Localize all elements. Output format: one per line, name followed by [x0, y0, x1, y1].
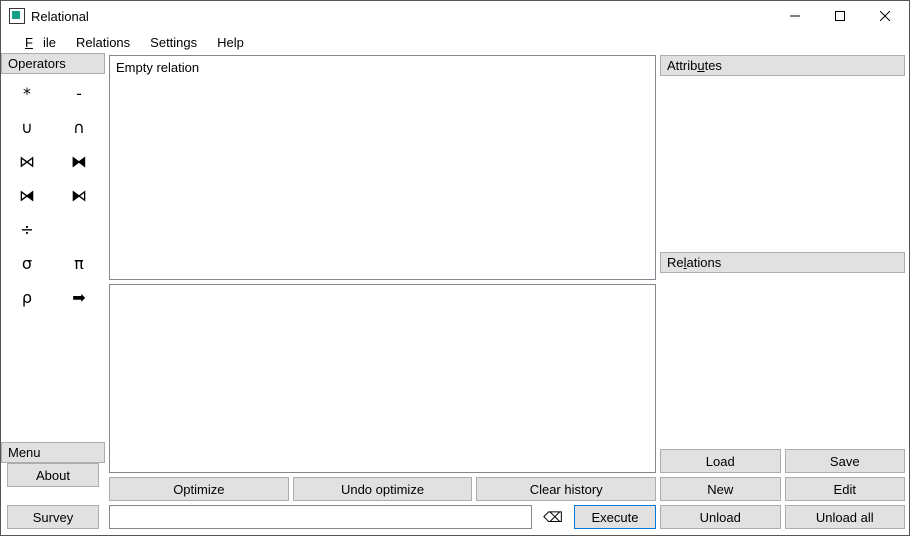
center-pane: Empty relation Optimize Undo optimize Cl…	[105, 53, 660, 535]
right-pane: Attributes Relations Load Save New Edit …	[660, 53, 909, 535]
op-intersection[interactable]: ∩	[53, 110, 105, 144]
minimize-button[interactable]	[772, 1, 817, 31]
op-left-outer-join[interactable]: ⧑	[53, 178, 105, 212]
attributes-list[interactable]	[660, 80, 905, 248]
window-title: Relational	[31, 9, 772, 24]
op-selection[interactable]: σ	[1, 246, 53, 280]
menu-file[interactable]: File	[5, 33, 66, 52]
operators-grid: * - ∪ ∩ ⋈ ⧓ ⧒ ⧑ ÷ σ π ρ ➡	[1, 74, 105, 442]
load-button[interactable]: Load	[660, 449, 781, 473]
operators-header: Operators	[1, 53, 105, 74]
result-text: Empty relation	[116, 60, 199, 75]
attributes-header: Attributes	[660, 55, 905, 76]
about-button[interactable]: About	[7, 463, 99, 487]
menu-header: Menu	[1, 442, 105, 463]
op-full-outer-join[interactable]: ⧓	[53, 144, 105, 178]
new-button[interactable]: New	[660, 477, 781, 501]
undo-optimize-button[interactable]: Undo optimize	[293, 477, 473, 501]
relations-header: Relations	[660, 252, 905, 273]
op-empty	[53, 212, 105, 246]
op-product[interactable]: *	[1, 76, 53, 110]
op-natural-join[interactable]: ⋈	[1, 144, 53, 178]
op-difference[interactable]: -	[53, 76, 105, 110]
op-division[interactable]: ÷	[1, 212, 53, 246]
menu-help[interactable]: Help	[207, 33, 254, 52]
op-right-outer-join[interactable]: ⧒	[1, 178, 53, 212]
edit-button[interactable]: Edit	[785, 477, 906, 501]
save-button[interactable]: Save	[785, 449, 906, 473]
op-union[interactable]: ∪	[1, 110, 53, 144]
survey-button[interactable]: Survey	[7, 505, 99, 529]
titlebar: Relational	[1, 1, 909, 31]
execute-button[interactable]: Execute	[574, 505, 656, 529]
close-button[interactable]	[862, 1, 907, 31]
menu-settings[interactable]: Settings	[140, 33, 207, 52]
maximize-button[interactable]	[817, 1, 862, 31]
app-icon	[9, 8, 25, 24]
op-arrow[interactable]: ➡	[53, 280, 105, 314]
optimize-button[interactable]: Optimize	[109, 477, 289, 501]
menu-relations[interactable]: Relations	[66, 33, 140, 52]
result-panel: Empty relation	[109, 55, 656, 280]
menubar: File Relations Settings Help	[1, 31, 909, 53]
history-panel[interactable]	[109, 284, 656, 473]
op-rename[interactable]: ρ	[1, 280, 53, 314]
unload-button[interactable]: Unload	[660, 505, 781, 529]
clear-history-button[interactable]: Clear history	[476, 477, 656, 501]
query-input[interactable]	[109, 505, 532, 529]
unload-all-button[interactable]: Unload all	[785, 505, 906, 529]
relations-list[interactable]	[660, 277, 905, 445]
clear-query-icon[interactable]: ⌫	[536, 505, 570, 529]
op-projection[interactable]: π	[53, 246, 105, 280]
sidebar: Operators * - ∪ ∩ ⋈ ⧓ ⧒ ⧑ ÷ σ π ρ ➡ Menu…	[1, 53, 105, 535]
